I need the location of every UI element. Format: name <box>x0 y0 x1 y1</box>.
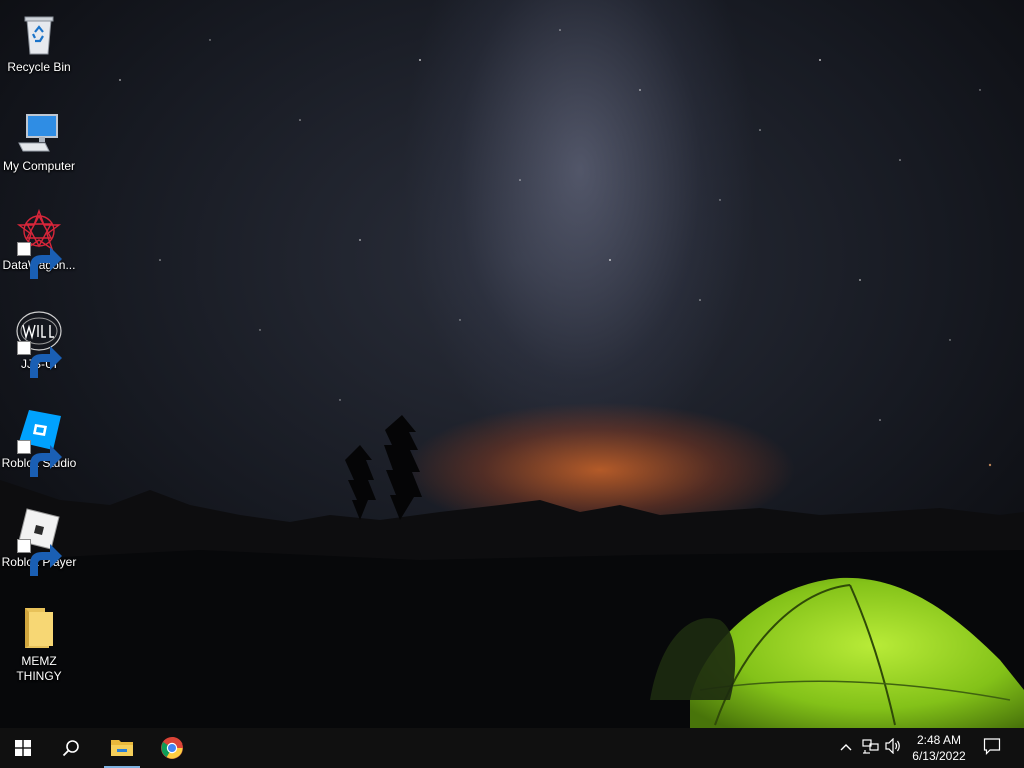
roblox-player-icon <box>15 505 63 576</box>
desktop-icon-recycle-bin[interactable]: Recycle Bin <box>0 4 78 75</box>
desktop-icon-roblox-studio[interactable]: Roblox Studio <box>0 400 78 477</box>
shortcut-arrow-icon <box>17 242 62 279</box>
clock-date: 6/13/2022 <box>912 749 966 763</box>
taskbar-chrome[interactable] <box>150 728 194 768</box>
chrome-icon <box>160 736 184 760</box>
jjs-ui-icon <box>15 307 63 378</box>
desktop[interactable]: Recycle Bin My Computer DataWagon... JJS… <box>0 0 1024 728</box>
search-icon <box>62 739 80 757</box>
taskbar-file-explorer[interactable] <box>100 728 144 768</box>
volume-button[interactable] <box>884 737 904 759</box>
shortcut-arrow-icon <box>17 539 62 576</box>
desktop-icon-datawagon[interactable]: DataWagon... <box>0 202 78 279</box>
file-explorer-icon <box>110 738 134 758</box>
start-button[interactable] <box>0 728 46 768</box>
recycle-bin-icon <box>15 10 63 58</box>
desktop-icon-memz-thingy[interactable]: MEMZ THINGY <box>0 598 78 684</box>
show-hidden-icons-button[interactable] <box>836 738 856 758</box>
folder-icon <box>15 604 63 652</box>
taskbar-clock[interactable]: 2:48 AM 6/13/2022 <box>904 732 974 764</box>
shortcut-arrow-icon <box>17 341 62 378</box>
taskbar: 2:48 AM 6/13/2022 <box>0 728 1024 768</box>
action-center-button[interactable] <box>982 737 1002 760</box>
desktop-icon-my-computer[interactable]: My Computer <box>0 103 78 174</box>
wallpaper <box>0 29 1024 728</box>
volume-icon <box>885 737 903 759</box>
network-button[interactable] <box>861 738 881 758</box>
desktop-icon-label: MEMZ THINGY <box>16 654 62 683</box>
desktop-icon-label: Recycle Bin <box>7 60 71 74</box>
roblox-studio-icon <box>15 406 63 477</box>
desktop-icon-roblox-player[interactable]: Roblox Player <box>0 499 78 576</box>
desktop-icon-label: My Computer <box>2 159 76 173</box>
windows-start-icon <box>15 740 31 756</box>
clock-time: 2:48 AM <box>916 733 962 747</box>
datawagon-icon <box>15 208 63 279</box>
computer-icon <box>15 109 63 157</box>
notification-icon <box>983 737 1001 760</box>
desktop-icon-jjs-ui[interactable]: JJS-UI <box>0 301 78 378</box>
chevron-up-icon <box>839 739 853 757</box>
network-icon <box>862 738 880 759</box>
shortcut-arrow-icon <box>17 440 62 477</box>
search-button[interactable] <box>48 728 94 768</box>
